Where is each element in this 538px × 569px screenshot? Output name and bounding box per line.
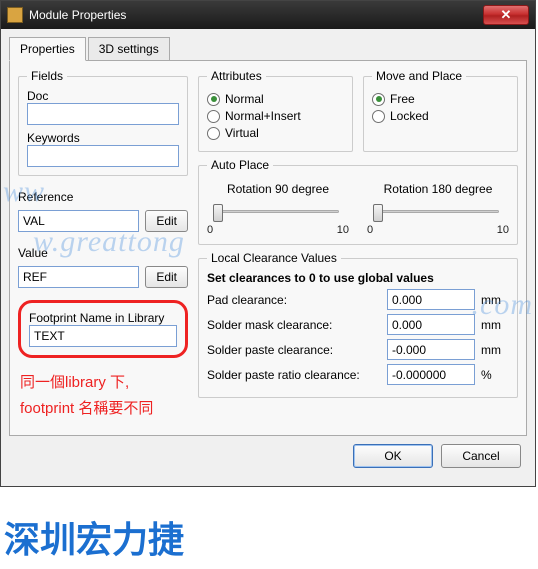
mask-clearance-unit: mm [481,318,509,332]
app-icon [7,7,23,23]
radio-free-label: Free [390,92,415,106]
attributes-legend: Attributes [207,69,266,83]
dialog-footer: OK Cancel [9,436,527,478]
radio-icon [372,93,385,106]
annotation-note: 同一個library 下, footprint 名稱要不同 [18,364,188,427]
rot90-max: 10 [337,224,349,236]
ratio-clearance-label: Solder paste ratio clearance: [207,368,381,382]
rot180-min: 0 [367,224,373,236]
value-edit-button[interactable]: Edit [145,266,188,288]
radio-locked-label: Locked [390,109,429,123]
reference-edit-button[interactable]: Edit [145,210,188,232]
pad-clearance-unit: mm [481,293,509,307]
doc-label: Doc [27,89,179,103]
ratio-clearance-input[interactable] [387,364,475,385]
tab-properties[interactable]: Properties [9,37,86,61]
pad-clearance-input[interactable] [387,289,475,310]
rot180-slider[interactable] [367,200,509,222]
keywords-label: Keywords [27,131,179,145]
dialog-window: Module Properties ✕ Properties 3D settin… [0,0,536,487]
fields-group: Fields Doc Keywords [18,69,188,176]
reference-input[interactable] [18,210,139,232]
clearance-group: Local Clearance Values Set clearances to… [198,251,518,398]
radio-locked[interactable]: Locked [372,109,509,123]
radio-icon [207,110,220,123]
radio-icon [207,93,220,106]
move-place-group: Move and Place Free Locked [363,69,518,152]
tab-3d-settings[interactable]: 3D settings [88,37,170,60]
ratio-clearance-unit: % [481,368,509,382]
radio-virtual[interactable]: Virtual [207,126,344,140]
pad-clearance-label: Pad clearance: [207,293,381,307]
watermark-brand: 深圳宏力捷 [4,511,184,563]
note-line-1: 同一個library 下, [20,370,186,396]
rot90-slider[interactable] [207,200,349,222]
reference-label: Reference [18,190,188,204]
close-button[interactable]: ✕ [483,5,529,25]
value-label: Value [18,246,188,260]
radio-normal-insert-label: Normal+Insert [225,109,301,123]
paste-clearance-input[interactable] [387,339,475,360]
radio-virtual-label: Virtual [225,126,259,140]
mask-clearance-input[interactable] [387,314,475,335]
radio-normal-label: Normal [225,92,264,106]
left-column: Fields Doc Keywords Reference Edit Value [18,69,188,427]
window-title: Module Properties [29,8,483,22]
footprint-highlight: Footprint Name in Library [18,300,188,358]
clearance-legend: Local Clearance Values [207,251,341,265]
radio-icon [207,127,220,140]
radio-free[interactable]: Free [372,92,509,106]
attributes-group: Attributes Normal Normal+Insert Virtual [198,69,353,152]
right-column: Attributes Normal Normal+Insert Virtual [198,69,518,427]
radio-normal[interactable]: Normal [207,92,344,106]
client-area: Properties 3D settings Fields Doc Keywor… [1,29,535,486]
value-input[interactable] [18,266,139,288]
paste-clearance-label: Solder paste clearance: [207,343,381,357]
mask-clearance-label: Solder mask clearance: [207,318,381,332]
tab-content: Fields Doc Keywords Reference Edit Value [9,61,527,436]
rot180-max: 10 [497,224,509,236]
rot90-label: Rotation 90 degree [227,182,329,196]
doc-input[interactable] [27,103,179,125]
fields-legend: Fields [27,69,67,83]
auto-place-group: Auto Place Rotation 90 degree 0 10 [198,158,518,245]
clearance-hint: Set clearances to 0 to use global values [207,271,509,285]
move-place-legend: Move and Place [372,69,466,83]
rot180-label: Rotation 180 degree [384,182,493,196]
auto-place-legend: Auto Place [207,158,273,172]
radio-normal-insert[interactable]: Normal+Insert [207,109,344,123]
footprint-label: Footprint Name in Library [29,311,177,325]
paste-clearance-unit: mm [481,343,509,357]
titlebar: Module Properties ✕ [1,1,535,29]
rot90-min: 0 [207,224,213,236]
cancel-button[interactable]: Cancel [441,444,521,468]
ok-button[interactable]: OK [353,444,433,468]
tab-strip: Properties 3D settings [9,37,527,61]
keywords-input[interactable] [27,145,179,167]
footprint-input[interactable] [29,325,177,347]
close-icon: ✕ [501,7,512,23]
note-line-2: footprint 名稱要不同 [20,396,186,422]
radio-icon [372,110,385,123]
